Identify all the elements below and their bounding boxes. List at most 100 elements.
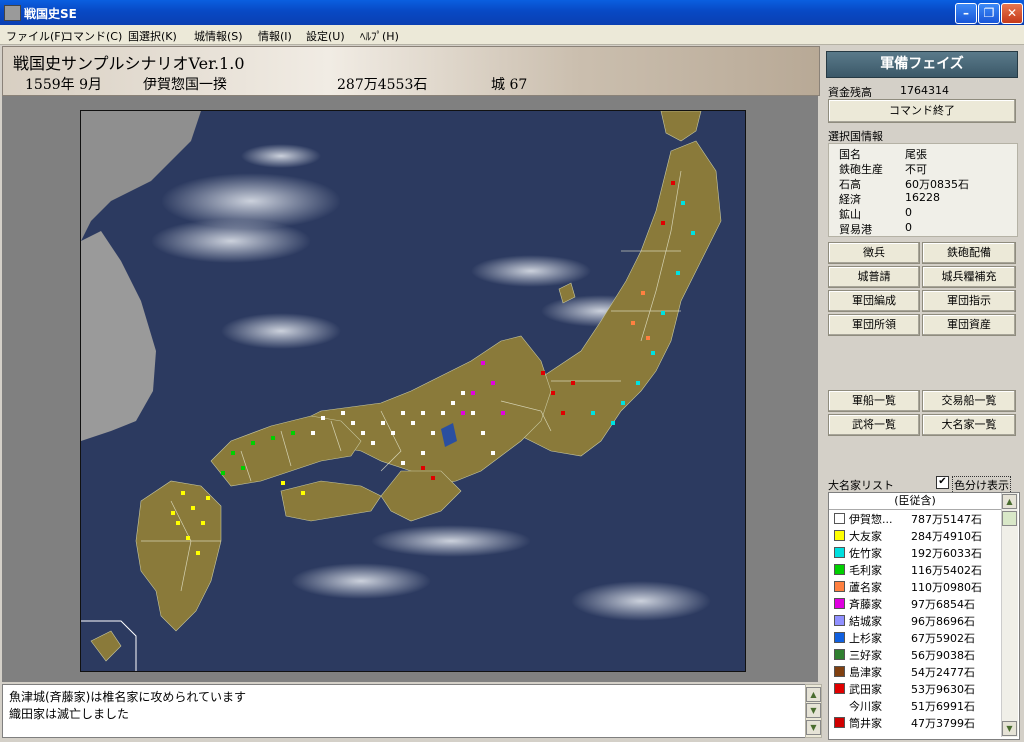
daimyo-list-button[interactable]: 大名家一覧 <box>922 414 1016 436</box>
info-key: 石高 <box>839 178 861 191</box>
maximize-button[interactable]: ❐ <box>978 3 1000 24</box>
daimyo-name: 佐竹家 <box>849 547 882 560</box>
warship-list-button[interactable]: 軍船一覧 <box>828 390 920 412</box>
list-item[interactable]: 伊賀惣... 787万5147石 <box>829 510 1001 527</box>
color-swatch <box>834 615 845 626</box>
funds-value: 1764314 <box>900 84 949 97</box>
army-territory-button[interactable]: 軍団所領 <box>828 314 920 336</box>
color-swatch <box>834 683 845 694</box>
general-list-button[interactable]: 武将一覧 <box>828 414 920 436</box>
daimyo-name: 今川家 <box>849 700 882 713</box>
scroll-middle-icon[interactable]: ▼ <box>806 703 821 718</box>
phase-banner: 軍備フェイズ <box>826 51 1018 78</box>
scroll-down-icon[interactable]: ▼ <box>1002 721 1017 736</box>
color-swatch <box>834 581 845 592</box>
daimyo-koku: 284万4910石 <box>911 530 982 543</box>
scroll-up-icon[interactable]: ▲ <box>806 687 821 702</box>
color-swatch <box>834 666 845 677</box>
color-swatch <box>834 530 845 541</box>
message-log[interactable]: 魚津城(斉藤家)は椎名家に攻められています 織田家は滅亡しました <box>2 684 806 738</box>
list-item[interactable]: 蘆名家 110万0980石 <box>829 578 1001 595</box>
game-date: 1559年 9月 <box>25 77 102 93</box>
daimyo-koku: 97万6854石 <box>911 598 975 611</box>
daimyo-name: 三好家 <box>849 649 882 662</box>
army-assets-button[interactable]: 軍団資産 <box>922 314 1016 336</box>
color-swatch <box>834 598 845 609</box>
daimyo-name: 武田家 <box>849 683 882 696</box>
daimyo-name: 島津家 <box>849 666 882 679</box>
info-key: 貿易港 <box>839 223 872 236</box>
menu-bar: ファイル(F) コマンド(C) 国選択(K) 城情報(S) 情報(I) 設定(U… <box>0 25 1024 45</box>
end-command-button[interactable]: コマンド終了 <box>828 99 1016 123</box>
color-swatch <box>834 547 845 558</box>
menu-file[interactable]: ファイル(F) <box>6 28 65 44</box>
command-panel: 軍備フェイズ 資金残高 1764314 コマンド終了 選択国情報 国名 尾張 鉄… <box>822 46 1022 740</box>
daimyo-koku: 67万5902石 <box>911 632 975 645</box>
list-item[interactable]: 上杉家 67万5902石 <box>829 629 1001 646</box>
list-item[interactable]: 斉藤家 97万6854石 <box>829 595 1001 612</box>
color-swatch <box>834 632 845 643</box>
color-swatch <box>834 649 845 660</box>
minimize-button[interactable]: – <box>955 3 977 24</box>
deploy-guns-button[interactable]: 鉄砲配備 <box>922 242 1016 264</box>
menu-settings[interactable]: 設定(U) <box>306 28 345 44</box>
info-key: 鉄砲生産 <box>839 163 883 176</box>
army-form-button[interactable]: 軍団編成 <box>828 290 920 312</box>
info-key: 鉱山 <box>839 208 861 221</box>
daimyo-koku: 56万9038石 <box>911 649 975 662</box>
menu-help[interactable]: ﾍﾙﾌﾟ(H) <box>360 28 399 44</box>
daimyo-name: 蘆名家 <box>849 581 882 594</box>
japan-map[interactable] <box>80 110 746 672</box>
scroll-thumb[interactable] <box>1002 511 1017 526</box>
list-item[interactable]: 武田家 53万9630石 <box>829 680 1001 697</box>
app-icon <box>4 5 21 21</box>
trade-ship-list-button[interactable]: 交易船一覧 <box>922 390 1016 412</box>
daimyo-koku: 192万6033石 <box>911 547 982 560</box>
menu-info[interactable]: 情報(I) <box>258 28 292 44</box>
list-item[interactable]: 島津家 54万2477石 <box>829 663 1001 680</box>
menu-command[interactable]: コマンド(C) <box>62 28 122 44</box>
list-item[interactable]: 佐竹家 192万6033石 <box>829 544 1001 561</box>
list-item[interactable]: 三好家 56万9038石 <box>829 646 1001 663</box>
close-button[interactable]: ✕ <box>1001 3 1023 24</box>
color-toggle-checkbox[interactable]: ✔ <box>936 476 949 489</box>
scroll-down-icon[interactable]: ▼ <box>806 720 821 735</box>
castle-supply-button[interactable]: 城兵糧補充 <box>922 266 1016 288</box>
log-scrollbar[interactable]: ▲ ▼ ▼ <box>805 684 822 738</box>
scroll-up-icon[interactable]: ▲ <box>1002 494 1017 509</box>
daimyo-koku: 54万2477石 <box>911 666 975 679</box>
daimyo-koku: 787万5147石 <box>911 513 982 526</box>
info-value: 16228 <box>905 191 940 204</box>
title-bar: 戦国史SE – ❐ ✕ <box>0 0 1024 25</box>
info-value: 0 <box>905 206 912 219</box>
daimyo-name: 筒井家 <box>849 717 882 730</box>
daimyo-list-scrollbar[interactable]: ▲ ▼ <box>1001 493 1018 737</box>
list-item[interactable]: 大友家 284万4910石 <box>829 527 1001 544</box>
list-item[interactable]: 結城家 96万8696石 <box>829 612 1001 629</box>
daimyo-koku: 51万6991石 <box>911 700 975 713</box>
daimyo-list[interactable]: (臣従含) 伊賀惣... 787万5147石 大友家 284万4910石 佐竹家… <box>828 492 1020 740</box>
list-item[interactable]: 毛利家 116万5402石 <box>829 561 1001 578</box>
selected-province-label: 選択国情報 <box>828 130 883 143</box>
info-value: 尾張 <box>905 148 927 161</box>
list-item[interactable]: 筒井家 47万3799石 <box>829 714 1001 731</box>
castle-count: 城 67 <box>491 77 528 93</box>
province-info: 国名 尾張 鉄砲生産 不可 石高 60万0835石 経済 16228 鉱山 0 … <box>828 143 1018 237</box>
castle-build-button[interactable]: 城普請 <box>828 266 920 288</box>
info-value: 0 <box>905 221 912 234</box>
log-line: 魚津城(斉藤家)は椎名家に攻められています <box>9 690 247 704</box>
list-item[interactable]: 今川家 51万6991石 <box>829 697 1001 714</box>
total-koku: 287万4553石 <box>337 77 428 93</box>
color-swatch <box>834 513 845 524</box>
menu-castle-info[interactable]: 城情報(S) <box>194 28 243 44</box>
color-swatch <box>834 717 845 728</box>
funds-label: 資金残高 <box>828 86 872 99</box>
log-line: 織田家は滅亡しました <box>9 707 130 721</box>
daimyo-koku: 53万9630石 <box>911 683 975 696</box>
info-value: 不可 <box>905 163 927 176</box>
menu-province-select[interactable]: 国選択(K) <box>128 28 177 44</box>
conscript-button[interactable]: 徴兵 <box>828 242 920 264</box>
daimyo-name: 伊賀惣... <box>849 513 893 526</box>
daimyo-koku: 47万3799石 <box>911 717 975 730</box>
army-order-button[interactable]: 軍団指示 <box>922 290 1016 312</box>
